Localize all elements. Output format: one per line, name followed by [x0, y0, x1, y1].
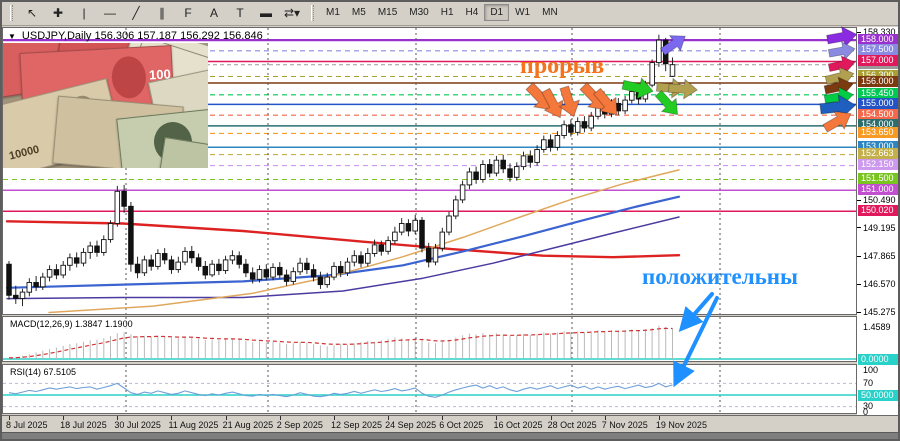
rsi-axis-label-50.0000: 50.0000 [858, 389, 900, 401]
tool-vertical-line-tool[interactable]: | [71, 3, 97, 23]
timeframe-button-M1[interactable]: M1 [320, 4, 346, 21]
price-axis-tickmark [857, 227, 861, 229]
chart-dropdown-icon[interactable]: ▼ [8, 32, 16, 41]
time-axis[interactable]: 8 Jul 2025 18 Jul 2025 30 Jul 2025 11 Aug 2… [0, 415, 900, 432]
toolbar-grip[interactable] [10, 4, 13, 21]
time-axis-label: 8 Jul 2025 [6, 420, 48, 430]
chart-title: USDJPY,Daily 156.306 157.187 156.292 156… [21, 30, 263, 42]
timeframe-button-MN[interactable]: MN [536, 4, 564, 21]
tool-fibonacci-tool[interactable]: F [175, 3, 201, 23]
timeframe-button-H1[interactable]: H1 [435, 4, 460, 21]
price-axis[interactable]: 158.330 150.490 149.195 147.865 146.570 145.2… [857, 27, 900, 432]
tool-crosshair-tool[interactable]: ✚ [45, 3, 71, 23]
timeframe-button-H4[interactable]: H4 [460, 4, 485, 21]
tool-shapes-tool[interactable]: ▬ [253, 3, 279, 23]
price-axis-tickmark [857, 311, 861, 313]
price-level-label-158.000: 158.000 [858, 33, 900, 45]
time-axis-label: 2 Sep 2025 [276, 420, 323, 430]
time-axis-label: 21 Aug 2025 [222, 420, 274, 430]
tool-text-tool[interactable]: A [201, 3, 227, 23]
macd-axis-label-0.0000: 0.0000 [858, 353, 900, 365]
price-axis-tick: 145.275 [863, 307, 896, 318]
time-axis-label: 24 Sep 2025 [385, 420, 437, 430]
chart-title-row: ▼ USDJPY,Daily 156.306 157.187 156.292 1… [8, 30, 263, 42]
toolbar: ↖ ✚ | — ╱ ∥ F A T ▬ ⇄▾ M1 M5 M15 M30 H1 H4 D1 W1 MN [0, 0, 900, 26]
price-level-label-157.500: 157.500 [858, 44, 900, 56]
price-axis-tickmark [857, 31, 861, 33]
price-level-label-152.663: 152.663 [858, 148, 900, 160]
price-axis-tick: 147.865 [863, 251, 896, 262]
tool-arrows-tool[interactable]: ⇄▾ [279, 3, 305, 23]
price-axis-tickmark [857, 255, 861, 257]
price-axis-tickmark [857, 283, 861, 285]
drawing-tools-group: ↖ ✚ | — ╱ ∥ F A T ▬ ⇄▾ [19, 3, 305, 23]
toolbar-grip-2[interactable] [311, 4, 314, 21]
timeframe-button-M15[interactable]: M15 [372, 4, 403, 21]
price-level-label-152.150: 152.150 [858, 159, 900, 171]
price-level-label-154.500: 154.500 [858, 108, 900, 120]
time-axis-label: 16 Oct 2025 [493, 420, 543, 430]
rsi-axis-label-100: 100 [863, 364, 879, 375]
price-axis-tick: 150.490 [863, 195, 896, 206]
ma-red-line [5, 220, 681, 259]
price-level-label-151.000: 151.000 [858, 183, 900, 195]
timeframe-button-W1[interactable]: W1 [509, 4, 536, 21]
tool-trendline-tool[interactable]: ╱ [123, 3, 149, 23]
tool-horizontal-line-tool[interactable]: — [97, 3, 123, 23]
tool-text-label-tool[interactable]: T [227, 3, 253, 23]
timeframe-group: M1 M5 M15 M30 H1 H4 D1 W1 MN [320, 4, 564, 21]
price-level-label-155.000: 155.000 [858, 97, 900, 109]
timeframe-button-M30[interactable]: M30 [403, 4, 434, 21]
time-axis-label: 30 Jul 2025 [114, 420, 161, 430]
time-axis-label: 18 Jul 2025 [60, 420, 107, 430]
price-axis-tick: 146.570 [863, 279, 896, 290]
time-axis-label: 19 Nov 2025 [655, 420, 707, 430]
currency-banknotes-photo: 100 10000 [3, 43, 208, 168]
time-axis-label: 11 Aug 2025 [168, 420, 219, 430]
macd-axis-label-1.4589: 1.4589 [863, 321, 891, 332]
tool-equidistant-channel-tool[interactable]: ∥ [149, 3, 175, 23]
price-level-label-150.020: 150.020 [858, 204, 900, 216]
rsi-indicator-label: RSI(14) 67.5105 [8, 367, 79, 377]
macd-indicator-label: MACD(12,26,9) 1.3847 1.1900 [8, 319, 135, 329]
price-level-label-157.000: 157.000 [858, 55, 900, 67]
trading-terminal-window: ↖ ✚ | — ╱ ∥ F A T ▬ ⇄▾ M1 M5 M15 M30 H1 H4 D1 W1 MN ▼ USDJ… [0, 0, 900, 441]
price-level-label-151.500: 151.500 [858, 173, 900, 184]
time-axis-label: 7 Nov 2025 [601, 420, 648, 430]
window-bottom-edge [0, 432, 900, 441]
chart-window: ▼ USDJPY,Daily 156.306 157.187 156.292 1… [0, 26, 900, 441]
time-axis-label: 6 Oct 2025 [439, 420, 484, 430]
price-axis-tickmark [857, 199, 861, 201]
timeframe-button-D1[interactable]: D1 [484, 4, 510, 21]
price-level-label-156.000: 156.000 [858, 76, 900, 88]
rsi-pane[interactable] [2, 364, 857, 414]
tool-cursor-tool[interactable]: ↖ [19, 3, 45, 23]
rsi-axis-label-70: 70 [863, 377, 874, 388]
time-axis-label: 12 Sep 2025 [330, 420, 382, 430]
ma-navy-line [6, 216, 680, 300]
time-axis-label: 28 Oct 2025 [547, 420, 597, 430]
yuan-denomination: 100 [148, 66, 172, 83]
price-level-label-153.650: 153.650 [858, 126, 900, 138]
price-axis-tick: 149.195 [863, 222, 896, 233]
timeframe-button-M5[interactable]: M5 [346, 4, 372, 21]
